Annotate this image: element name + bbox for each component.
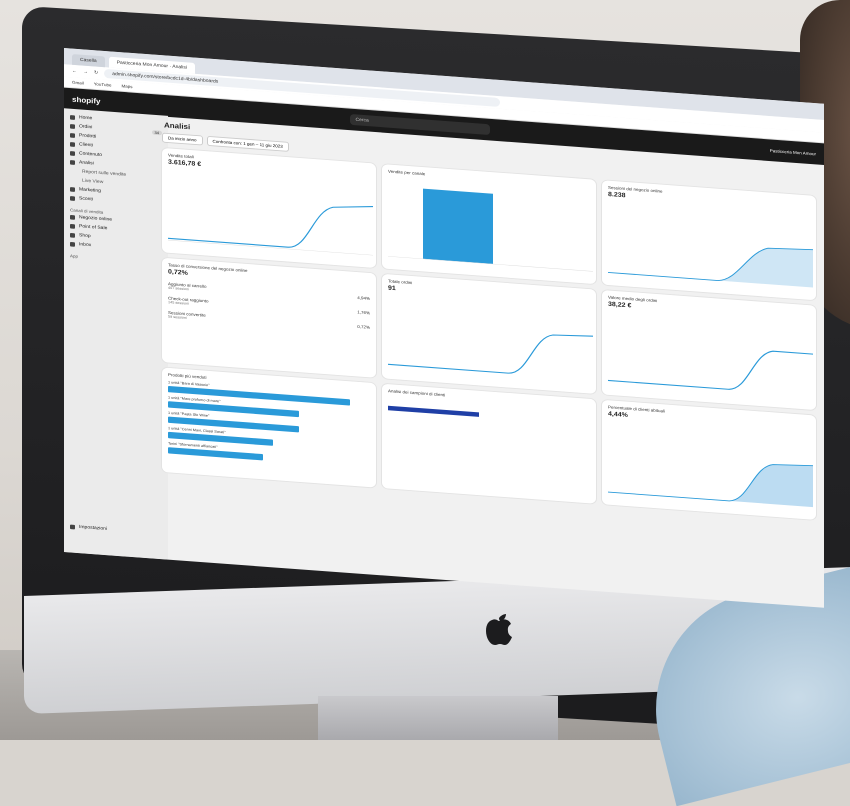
card-sales-by-channel[interactable]: Vendite per canale xyxy=(382,164,596,285)
card-total-orders[interactable]: Totale ordini 91 xyxy=(382,273,596,394)
person-icon xyxy=(70,141,75,147)
browser-tab[interactable]: Casella xyxy=(72,53,105,68)
gear-icon xyxy=(70,524,75,529)
main-content: Analisi Da inizio anno Confronta con: 1 … xyxy=(162,115,816,607)
card-top-products[interactable]: Prodotti più venduti 1 unità "Bara di Va… xyxy=(162,367,376,488)
back-icon[interactable]: ← xyxy=(72,68,77,74)
sales-line-chart xyxy=(168,206,374,256)
bookmark-youtube[interactable]: YouTube xyxy=(94,82,112,88)
imac-stand xyxy=(318,696,558,740)
returning-area-chart xyxy=(608,464,814,508)
bookmark-gmail[interactable]: Gmail xyxy=(72,80,84,85)
top-products-bars: 1 unità "Bara di Vassoio" 1 unità "Mare p… xyxy=(168,381,370,469)
card-average-order-value[interactable]: Valore medio degli ordini 38,22 € xyxy=(602,290,816,411)
home-icon xyxy=(70,114,75,120)
tag-icon xyxy=(70,132,75,138)
channel-bar-chart xyxy=(388,188,593,272)
apple-logo-icon xyxy=(486,614,512,645)
compare-filter[interactable]: Confronta con: 1 gen – 11 giu 2023 xyxy=(206,135,289,152)
sidebar-item-settings[interactable]: Impostazioni xyxy=(70,522,107,534)
store-icon xyxy=(70,214,75,220)
card-online-sessions[interactable]: Sessioni del negozio online 8.238 xyxy=(602,180,816,301)
card-customer-cohort[interactable]: Analisi dei campioni di clienti xyxy=(382,383,596,504)
shop-icon xyxy=(70,232,75,238)
forward-icon[interactable]: → xyxy=(83,69,88,75)
orders-count-badge: 34 xyxy=(151,129,162,135)
marketing-icon xyxy=(70,186,75,192)
orders-icon xyxy=(70,123,75,129)
discount-icon xyxy=(70,195,75,201)
analytics-icon xyxy=(70,159,75,165)
shopify-logo[interactable]: shopify xyxy=(72,95,100,105)
date-range-filter[interactable]: Da inizio anno xyxy=(162,132,203,146)
card-conversion-rate[interactable]: Tasso di conversione del negozio online … xyxy=(162,257,376,378)
screen: Casella Pasticceria Mon Amour · Analisi … xyxy=(64,48,824,608)
card-title: Analisi dei campioni di clienti xyxy=(388,388,446,398)
card-total-sales[interactable]: Vendite totali 3.616,78 € xyxy=(162,147,376,269)
sidebar: Home Ordini 34 Prodotti Clienti Contenuto… xyxy=(64,108,168,560)
card-returning-customers[interactable]: Percentuale di clienti abituali 4,44% xyxy=(602,399,816,520)
cohort-bar xyxy=(388,405,479,417)
reload-icon[interactable]: ↻ xyxy=(94,70,98,76)
sessions-area-chart xyxy=(608,247,814,288)
content-icon xyxy=(70,150,75,156)
store-name[interactable]: Pasticceria Mon Amour xyxy=(770,148,816,156)
aov-line-chart xyxy=(608,350,813,390)
pos-icon xyxy=(70,223,75,229)
apps-heading: App xyxy=(70,253,79,259)
orders-line-chart xyxy=(388,334,594,374)
dashboard-grid: Vendite totali 3.616,78 € Vendite per ca… xyxy=(162,147,816,520)
inbox-icon xyxy=(70,241,75,247)
bookmark-maps[interactable]: Maps xyxy=(121,84,132,89)
